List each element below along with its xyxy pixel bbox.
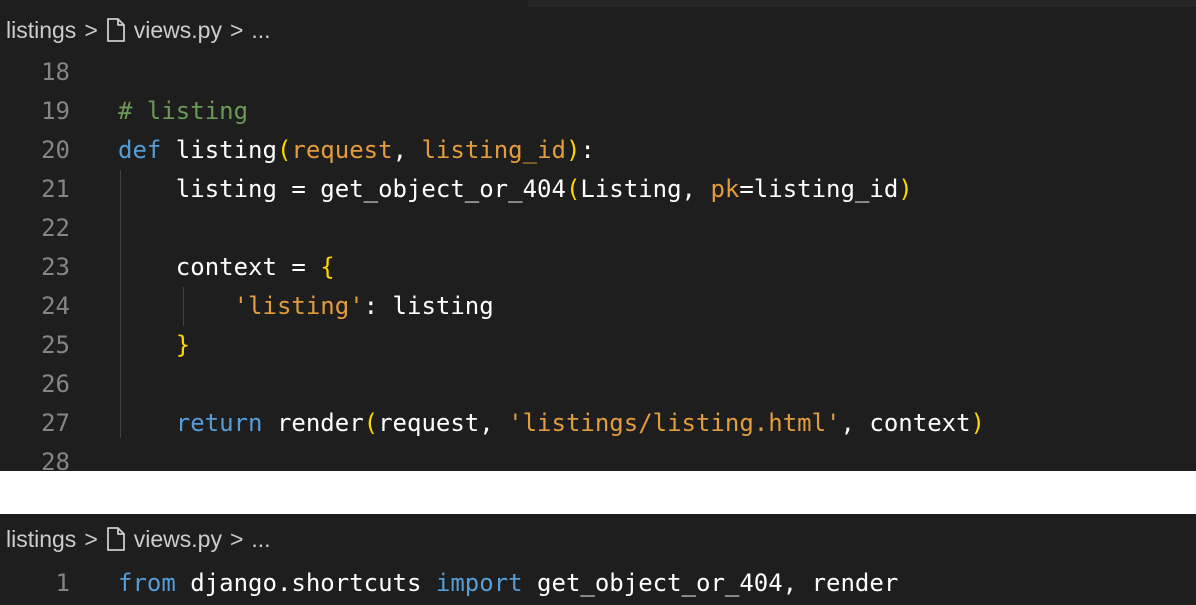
breadcrumb-file[interactable]: views.py bbox=[134, 17, 222, 44]
active-tab[interactable] bbox=[0, 0, 528, 7]
code-token: django.shortcuts bbox=[190, 569, 436, 597]
breadcrumb-separator: > bbox=[229, 16, 244, 43]
code-token: context = bbox=[118, 253, 321, 281]
editor-panel-bottom: listings > views.py > ... 1 from django.s… bbox=[0, 514, 1196, 605]
line-number: 25 bbox=[41, 331, 70, 359]
line-text: from django.shortcuts import get_object_… bbox=[118, 564, 898, 603]
code-line[interactable]: 26 bbox=[0, 365, 1196, 404]
code-token: ) bbox=[970, 409, 985, 437]
code-token: 'listings/listing.html' bbox=[508, 409, 841, 437]
code-token: return bbox=[175, 409, 277, 437]
line-text: context = { bbox=[118, 248, 335, 287]
code-token: =listing_id bbox=[739, 175, 899, 203]
line-number: 18 bbox=[41, 58, 70, 86]
line-number: 26 bbox=[41, 370, 70, 398]
code-token: , context bbox=[840, 409, 971, 437]
line-text: 'listing': listing bbox=[118, 287, 494, 326]
code-line[interactable]: 21 listing = get_object_or_404(Listing, … bbox=[0, 170, 1196, 209]
breadcrumb-separator: > bbox=[84, 16, 98, 43]
line-number: 1 bbox=[55, 569, 70, 597]
code-token: import bbox=[435, 569, 538, 597]
code-token: pk bbox=[710, 175, 740, 203]
code-token: } bbox=[175, 331, 191, 359]
breadcrumb: listings > views.py > ... bbox=[0, 7, 1196, 53]
code-line[interactable]: 1 from django.shortcuts import get_object… bbox=[0, 564, 1196, 603]
code-line[interactable]: 18 bbox=[0, 53, 1196, 92]
line-number: 21 bbox=[41, 175, 70, 203]
code-token: 'listing' bbox=[233, 292, 364, 320]
code-token: get_object_or_404, render bbox=[537, 569, 899, 597]
line-number: 28 bbox=[41, 448, 70, 471]
line-text: } bbox=[118, 326, 190, 365]
line-text: return render(request, 'listings/listing… bbox=[118, 404, 985, 443]
line-number: 19 bbox=[41, 97, 70, 125]
line-text: # listing bbox=[118, 92, 248, 131]
code-token: ( bbox=[276, 136, 292, 164]
breadcrumb-separator: > bbox=[229, 525, 244, 552]
code-token: ( bbox=[565, 175, 581, 203]
indent-guide bbox=[183, 287, 184, 326]
code-line[interactable]: 27 return render(request, 'listings/list… bbox=[0, 404, 1196, 443]
breadcrumb-file[interactable]: views.py bbox=[134, 526, 222, 553]
code-token: : listing bbox=[363, 292, 494, 320]
code-line[interactable]: 22 bbox=[0, 209, 1196, 248]
code-token: render bbox=[276, 409, 364, 437]
code-line[interactable]: 19 # listing bbox=[0, 92, 1196, 131]
code-token: listing bbox=[175, 136, 277, 164]
line-text: listing = get_object_or_404(Listing, pk=… bbox=[118, 170, 913, 209]
code-token: listing = get_object_or_404 bbox=[118, 175, 566, 203]
code-line[interactable]: 28 bbox=[0, 443, 1196, 471]
breadcrumb: listings > views.py > ... bbox=[0, 514, 1196, 564]
code-token: : bbox=[580, 136, 595, 164]
code-token: request bbox=[291, 136, 393, 164]
breadcrumb-folder[interactable]: listings bbox=[6, 17, 76, 44]
code-token: , bbox=[392, 136, 422, 164]
line-number: 23 bbox=[41, 253, 70, 281]
code-token: from bbox=[118, 569, 191, 597]
line-number: 22 bbox=[41, 214, 70, 242]
tab-strip bbox=[0, 0, 1196, 7]
line-number: 27 bbox=[41, 409, 70, 437]
breadcrumb-more[interactable]: ... bbox=[251, 17, 270, 44]
file-icon bbox=[106, 18, 126, 42]
code-token: ) bbox=[565, 136, 581, 164]
code-token: def bbox=[118, 136, 176, 164]
code-line[interactable]: 25 } bbox=[0, 326, 1196, 365]
breadcrumb-folder[interactable]: listings bbox=[6, 526, 76, 553]
code-token: request, bbox=[378, 409, 509, 437]
editor-panel-top: listings > views.py > ... 18 19 # listing 2… bbox=[0, 0, 1196, 471]
breadcrumb-more[interactable]: ... bbox=[251, 526, 270, 553]
line-number: 20 bbox=[41, 136, 70, 164]
indent-guide bbox=[120, 170, 121, 438]
code-token: ( bbox=[363, 409, 379, 437]
code-line[interactable]: 23 context = { bbox=[0, 248, 1196, 287]
code-token: { bbox=[320, 253, 335, 281]
code-line[interactable]: 20 def listing(request, listing_id): bbox=[0, 131, 1196, 170]
code-line[interactable]: 24 'listing': listing bbox=[0, 287, 1196, 326]
breadcrumb-separator: > bbox=[84, 525, 98, 552]
file-icon bbox=[106, 527, 126, 551]
line-text: def listing(request, listing_id): bbox=[118, 131, 595, 170]
code-token: Listing, bbox=[580, 175, 711, 203]
code-token: listing_id bbox=[421, 136, 566, 164]
code-token: # listing bbox=[118, 97, 249, 125]
code-token: ) bbox=[898, 175, 913, 203]
line-number: 24 bbox=[41, 292, 70, 320]
